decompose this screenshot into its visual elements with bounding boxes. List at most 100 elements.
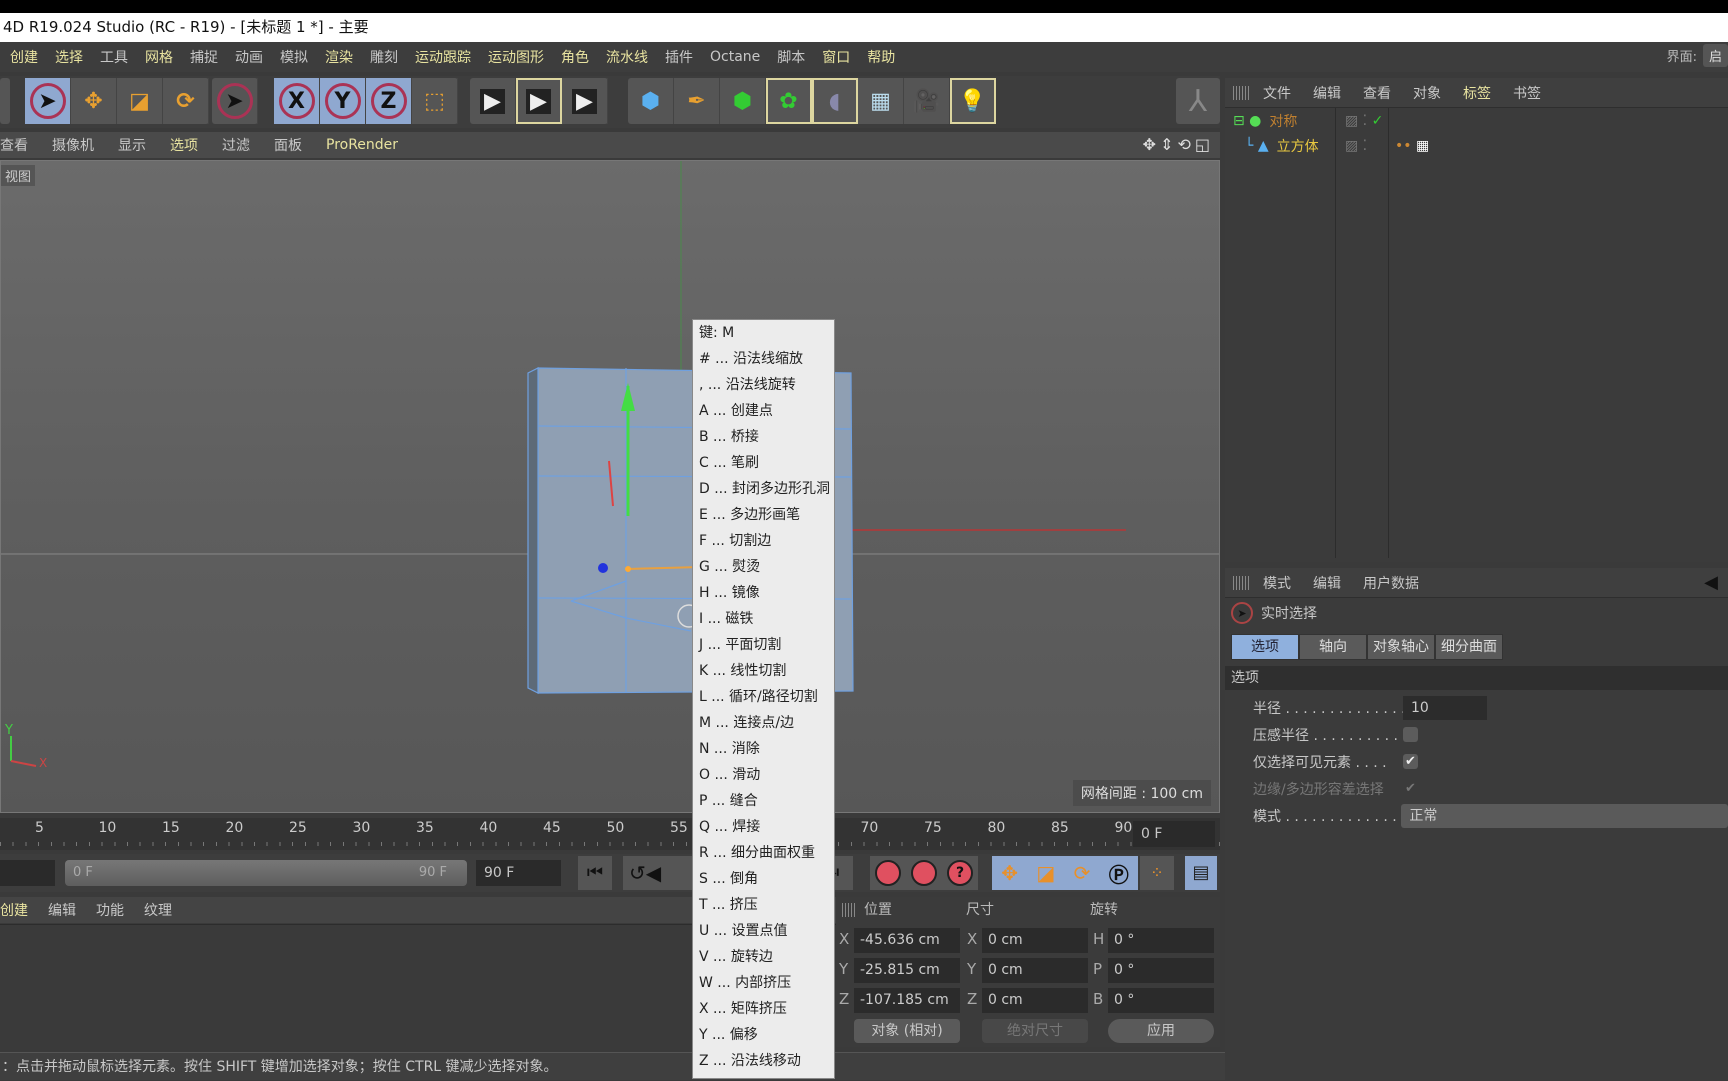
menu-item[interactable]: 选择 bbox=[55, 47, 83, 67]
render-picture-viewer-icon[interactable]: ▶ bbox=[516, 78, 562, 124]
move-key-icon[interactable]: ✥ bbox=[1001, 861, 1018, 885]
object-menu-item[interactable]: 书签 bbox=[1513, 83, 1541, 103]
menu-item[interactable]: 运动跟踪 bbox=[415, 47, 471, 67]
menu-item[interactable]: 雕刻 bbox=[370, 47, 398, 67]
menu-item[interactable]: 脚本 bbox=[777, 47, 805, 67]
play-backward-button[interactable]: ↺◀ bbox=[623, 856, 693, 890]
popup-item[interactable]: K ... 线性切割 bbox=[693, 658, 834, 684]
deformer-icon[interactable]: ◖ bbox=[812, 78, 858, 124]
floor-icon[interactable]: ▦ bbox=[858, 78, 904, 124]
attribute-tab[interactable]: 细分曲面 bbox=[1435, 634, 1503, 660]
popup-item[interactable]: P ... 缝合 bbox=[693, 788, 834, 814]
scale-icon[interactable]: ◪ bbox=[117, 78, 163, 124]
menu-item[interactable]: 创建 bbox=[10, 47, 38, 67]
coord-rotation-field[interactable]: 0 ° bbox=[1108, 988, 1214, 1013]
attribute-menu-item[interactable]: 用户数据 bbox=[1363, 573, 1419, 593]
coordinate-system-icon[interactable]: ⬚ bbox=[412, 78, 458, 124]
scale-key-icon[interactable]: ◪ bbox=[1036, 861, 1055, 885]
popup-item[interactable]: V ... 旋转边 bbox=[693, 944, 834, 970]
viewport[interactable]: 视图 Y X 网格间距 : 100 cm bbox=[0, 160, 1220, 813]
popup-item[interactable]: B ... 桥接 bbox=[693, 424, 834, 450]
popup-item[interactable]: G ... 熨烫 bbox=[693, 554, 834, 580]
menu-item[interactable]: 模拟 bbox=[280, 47, 308, 67]
menu-item[interactable]: 流水线 bbox=[606, 47, 648, 67]
menu-item[interactable]: 窗口 bbox=[822, 47, 850, 67]
object-menu-item[interactable]: 文件 bbox=[1263, 83, 1291, 103]
y-axis-icon[interactable]: Y bbox=[320, 78, 366, 124]
attribute-menu-item[interactable]: 模式 bbox=[1263, 573, 1291, 593]
light-icon[interactable]: 💡 bbox=[950, 78, 996, 124]
layout-dropdown[interactable]: 启 bbox=[1702, 44, 1728, 67]
visibility-icon[interactable]: ▨ ⁚ bbox=[1345, 138, 1367, 154]
grip-icon[interactable] bbox=[1233, 575, 1249, 590]
viewport-menu-item[interactable]: 查看 bbox=[0, 135, 28, 155]
render-view-icon[interactable]: ▶ bbox=[470, 78, 516, 124]
subdivision-surface-icon[interactable]: ⬢ bbox=[720, 78, 766, 124]
object-menu-item[interactable]: 标签 bbox=[1463, 83, 1491, 103]
rotate-icon[interactable]: ⟳ bbox=[163, 78, 209, 124]
object-row[interactable]: ⊟ ● 对称 ▨ ⁚ ✓ bbox=[1225, 108, 1728, 133]
pen-icon[interactable]: ✒ bbox=[674, 78, 720, 124]
current-frame-field[interactable]: 0 F bbox=[1133, 821, 1215, 847]
popup-item[interactable]: L ... 循环/路径切割 bbox=[693, 684, 834, 710]
menu-item[interactable]: 渲染 bbox=[325, 47, 353, 67]
attribute-tab[interactable]: 轴向 bbox=[1299, 634, 1367, 660]
menu-item[interactable]: 网格 bbox=[145, 47, 173, 67]
coord-position-field[interactable]: -107.185 cm bbox=[854, 988, 960, 1013]
layout-selector[interactable]: 界面: 启 bbox=[1667, 44, 1728, 67]
coord-rotation-field[interactable]: 0 ° bbox=[1108, 928, 1214, 953]
popup-item[interactable]: R ... 细分曲面权重 bbox=[693, 840, 834, 866]
character-icon[interactable]: ⅄ bbox=[1176, 78, 1220, 124]
popup-item[interactable]: S ... 倒角 bbox=[693, 866, 834, 892]
tags-icon[interactable]: •• ▦ bbox=[1395, 138, 1429, 154]
visibility-icon[interactable]: ▨ ⁚ ✓ bbox=[1345, 113, 1383, 129]
autokey-icon[interactable] bbox=[911, 860, 937, 886]
start-frame-field[interactable] bbox=[0, 860, 55, 886]
viewport-menu-item[interactable]: 过滤 bbox=[222, 135, 250, 155]
size-mode-dropdown[interactable]: 绝对尺寸 bbox=[982, 1019, 1088, 1043]
attribute-value[interactable]: 正常 bbox=[1401, 803, 1728, 828]
viewport-menu-item[interactable]: ProRender bbox=[326, 137, 398, 153]
menu-item[interactable]: 运动图形 bbox=[488, 47, 544, 67]
menu-item[interactable]: 帮助 bbox=[867, 47, 895, 67]
viewport-menu-item[interactable]: 显示 bbox=[118, 135, 146, 155]
object-menu-item[interactable]: 查看 bbox=[1363, 83, 1391, 103]
x-axis-icon[interactable]: X bbox=[274, 78, 320, 124]
popup-item[interactable]: , ... 沿法线旋转 bbox=[693, 372, 834, 398]
move-icon[interactable]: ✥ bbox=[71, 78, 117, 124]
timeline-ruler[interactable]: 0 F 51015202530354045505560657075808590 bbox=[0, 818, 1220, 850]
popup-item[interactable]: # ... 沿法线缩放 bbox=[693, 346, 834, 372]
apply-button[interactable]: 应用 bbox=[1108, 1019, 1214, 1043]
menu-item[interactable]: 捕捉 bbox=[190, 47, 218, 67]
coord-size-field[interactable]: 0 cm bbox=[982, 988, 1088, 1013]
popup-item[interactable]: J ... 平面切割 bbox=[693, 632, 834, 658]
popup-item[interactable]: T ... 挤压 bbox=[693, 892, 834, 918]
end-frame-field[interactable]: 90 F bbox=[476, 860, 561, 886]
viewport-nav-icons[interactable]: ✥⇕⟲◱ bbox=[1143, 135, 1214, 154]
viewport-menu-item[interactable]: 摄像机 bbox=[52, 135, 94, 155]
recent-tool-icon[interactable]: ➤ bbox=[212, 78, 258, 124]
attribute-tab[interactable]: 对象轴心 bbox=[1367, 634, 1435, 660]
popup-item[interactable]: C ... 笔刷 bbox=[693, 450, 834, 476]
material-menu-item[interactable]: 创建 bbox=[0, 900, 28, 920]
pla-key-icon[interactable]: ⁘ bbox=[1140, 856, 1174, 890]
param-key-icon[interactable]: Ⓟ bbox=[1109, 859, 1129, 888]
cloner-icon[interactable]: ✿ bbox=[766, 78, 812, 124]
attribute-checkbox[interactable] bbox=[1403, 727, 1418, 742]
back-arrow-icon[interactable]: ◀ bbox=[1704, 572, 1718, 593]
object-name[interactable]: 立方体 bbox=[1277, 136, 1337, 156]
attribute-menu-item[interactable]: 编辑 bbox=[1313, 573, 1341, 593]
attribute-value[interactable]: 10 bbox=[1403, 695, 1487, 720]
rotate-key-icon[interactable]: ⟳ bbox=[1074, 861, 1091, 885]
object-name[interactable]: 对称 bbox=[1269, 111, 1329, 131]
object-menu-item[interactable]: 对象 bbox=[1413, 83, 1441, 103]
attribute-checkbox[interactable]: ✔ bbox=[1403, 754, 1418, 769]
popup-item[interactable]: M ... 连接点/边 bbox=[693, 710, 834, 736]
timeline-window-icon[interactable]: ▤ bbox=[1185, 856, 1217, 890]
popup-item[interactable]: Z ... 沿法线移动 bbox=[693, 1048, 834, 1074]
popup-item[interactable]: N ... 消除 bbox=[693, 736, 834, 762]
object-menu-item[interactable]: 编辑 bbox=[1313, 83, 1341, 103]
coord-position-field[interactable]: -25.815 cm bbox=[854, 958, 960, 983]
menu-item[interactable]: 工具 bbox=[100, 47, 128, 67]
viewport-menu-item[interactable]: 选项 bbox=[170, 135, 198, 155]
